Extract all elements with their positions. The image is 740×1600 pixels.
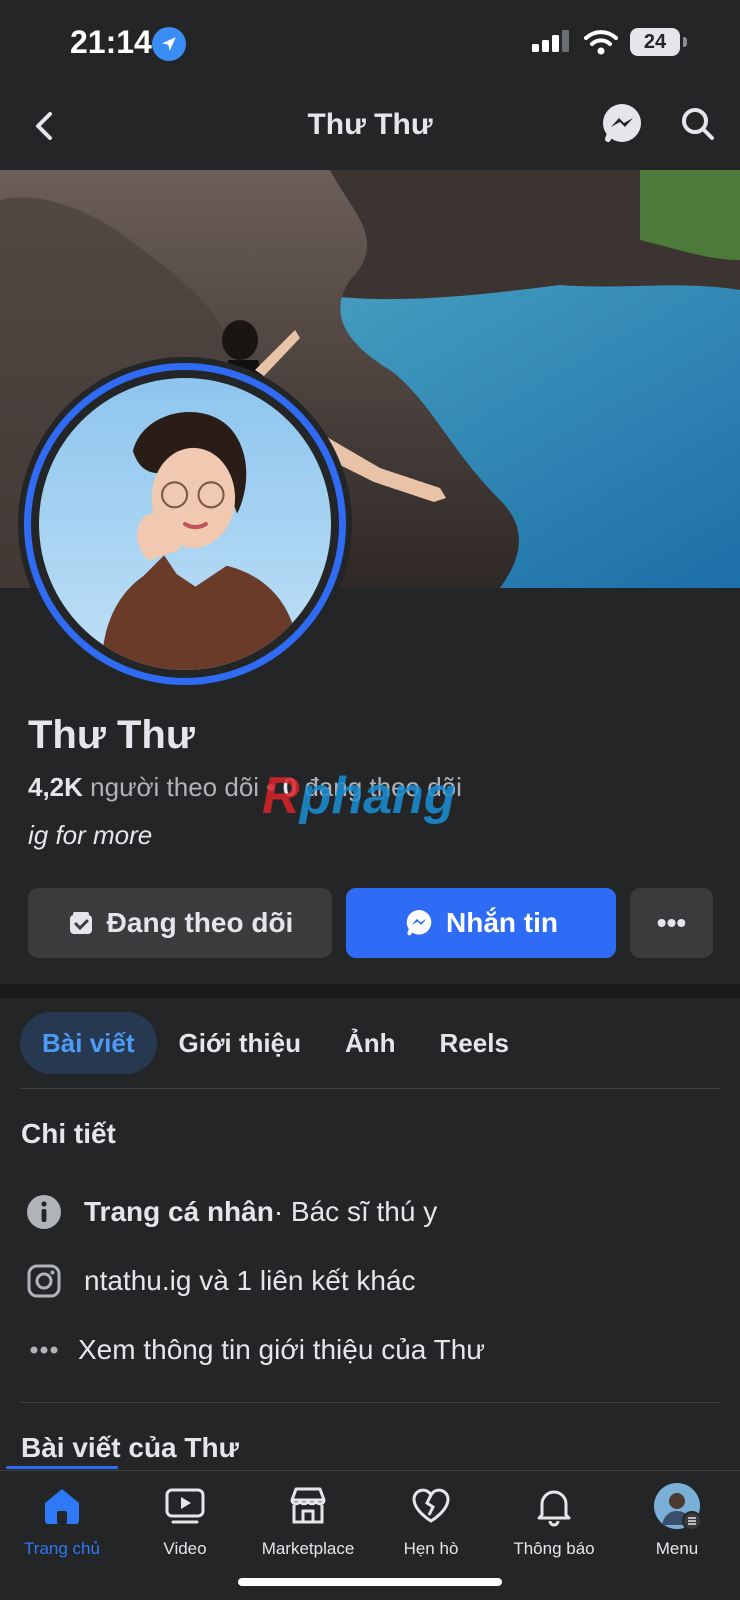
messenger-icon[interactable] — [600, 102, 644, 146]
top-nav-bar: Thư Thư — [0, 88, 740, 170]
profile-name: Thư Thư — [28, 713, 195, 757]
search-icon[interactable] — [678, 104, 718, 144]
see-about-info[interactable]: Xem thông tin giới thiệu của Thư — [24, 1330, 485, 1370]
status-time: 21:14 — [70, 24, 152, 60]
details-divider — [20, 1402, 720, 1403]
profile-bio: ig for more — [28, 820, 153, 850]
watermark-logo: Rphang — [262, 766, 456, 826]
nav-notifications-label: Thông báo — [513, 1539, 595, 1558]
nav-video[interactable]: Video — [125, 1481, 245, 1559]
see-about-text[interactable]: Xem thông tin giới thiệu của Thư — [78, 1334, 485, 1366]
more-options-button[interactable]: ••• — [630, 888, 713, 958]
nav-marketplace-label: Marketplace — [261, 1539, 355, 1558]
more-dots-icon: ••• — [656, 907, 687, 938]
marketplace-icon — [248, 1481, 368, 1531]
posts-heading: Bài viết của Thư — [21, 1432, 239, 1463]
nav-notifications[interactable]: Thông báo — [494, 1481, 614, 1559]
nav-menu[interactable]: Menu — [617, 1481, 737, 1559]
nav-dating[interactable]: Hẹn hò — [371, 1481, 491, 1559]
followers-count[interactable]: 4,2K — [28, 772, 83, 802]
message-button-label: Nhắn tin — [446, 907, 558, 938]
tab-posts[interactable]: Bài viết — [20, 1012, 157, 1074]
profile-tabs: Bài viết Giới thiệu Ảnh Reels — [20, 1012, 531, 1074]
following-button[interactable]: Đang theo dõi — [28, 888, 332, 958]
tabs-divider — [20, 1088, 720, 1089]
ellipsis-icon — [24, 1330, 64, 1370]
wifi-icon — [584, 28, 618, 61]
nav-marketplace[interactable]: Marketplace — [248, 1481, 368, 1559]
page-category: · Bác sĩ thú y — [273, 1196, 438, 1227]
nav-home-label: Trang chủ — [24, 1539, 100, 1558]
nav-video-label: Video — [163, 1539, 207, 1558]
tab-photos[interactable]: Ảnh — [323, 1012, 418, 1074]
home-icon — [2, 1481, 122, 1531]
watermark-word: phang — [299, 767, 456, 825]
dating-heart-icon — [371, 1481, 491, 1531]
followers-label[interactable]: người theo dõi — [90, 772, 259, 802]
following-check-icon — [69, 912, 92, 934]
detail-page-type: Trang cá nhân · Bác sĩ thú y — [24, 1192, 437, 1232]
tab-about[interactable]: Giới thiệu — [157, 1012, 323, 1074]
detail-links[interactable]: ntathu.ig và 1 liên kết khác — [24, 1261, 416, 1301]
messenger-small-icon — [406, 910, 432, 936]
signal-icon — [532, 30, 572, 61]
battery-icon: 24 — [630, 28, 680, 56]
nav-dating-label: Hẹn hò — [403, 1539, 459, 1558]
bell-icon — [494, 1481, 614, 1531]
profile-picture[interactable] — [18, 357, 352, 691]
section-divider — [0, 984, 740, 998]
status-bar: 21:14 24 — [0, 0, 740, 88]
info-icon — [24, 1192, 64, 1232]
battery-cap — [683, 37, 687, 47]
following-button-label: Đang theo dõi — [106, 907, 294, 938]
story-ring — [24, 363, 346, 685]
watermark-letter: R — [262, 767, 300, 825]
location-arrow-icon — [152, 27, 186, 61]
nav-menu-label: Menu — [655, 1539, 699, 1558]
instagram-icon — [24, 1261, 64, 1301]
page-type-label: Trang cá nhân — [84, 1196, 274, 1227]
avatar — [39, 378, 331, 670]
tab-reels[interactable]: Reels — [418, 1012, 531, 1074]
home-indicator — [238, 1578, 502, 1586]
message-button[interactable]: Nhắn tin — [346, 888, 616, 958]
links-text[interactable]: ntathu.ig và 1 liên kết khác — [84, 1265, 416, 1297]
scroll-underline — [6, 1466, 118, 1469]
menu-avatar-icon — [617, 1481, 737, 1531]
details-heading: Chi tiết — [21, 1118, 116, 1149]
nav-home[interactable]: Trang chủ — [2, 1481, 122, 1559]
video-icon — [125, 1481, 245, 1531]
